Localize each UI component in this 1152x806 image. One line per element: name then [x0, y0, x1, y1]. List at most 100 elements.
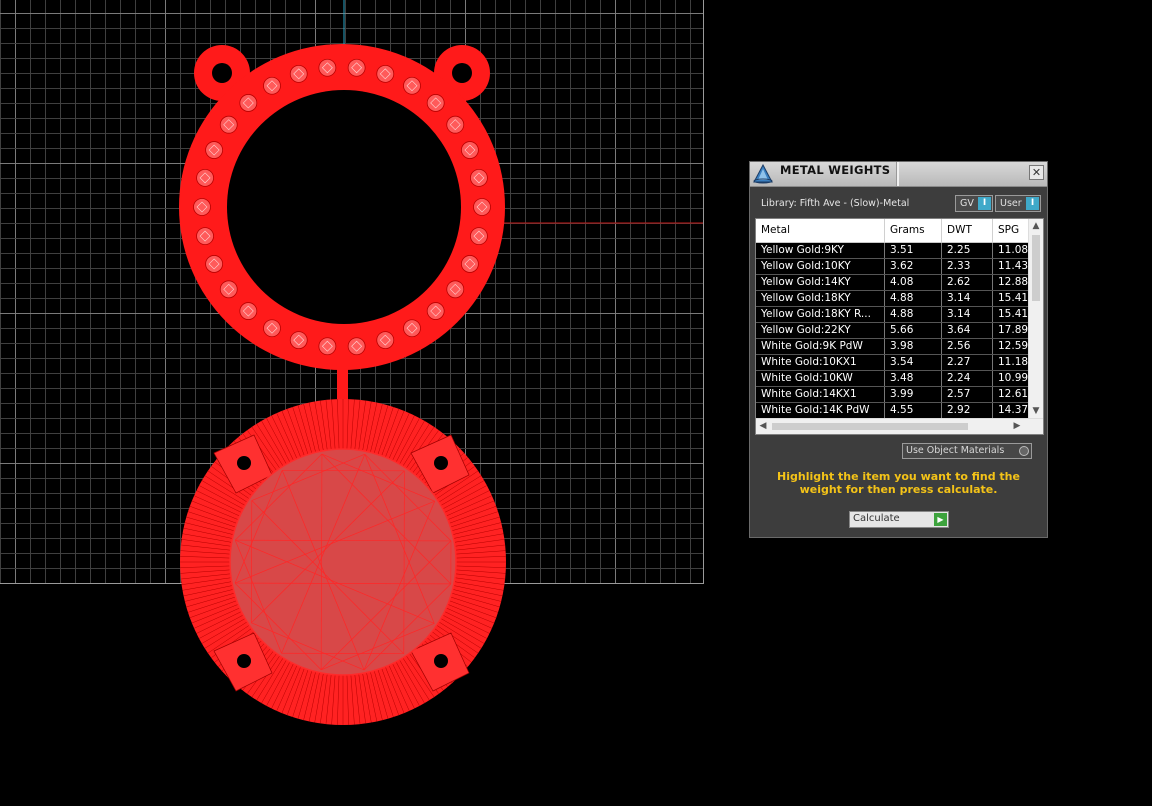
table-header: Metal Grams DWT SPG — [756, 219, 1028, 243]
vertical-scroll-thumb[interactable] — [1032, 235, 1040, 301]
close-button[interactable]: ✕ — [1029, 165, 1044, 180]
column-header-metal[interactable]: Metal — [756, 219, 885, 242]
user-toggle[interactable]: User I — [995, 195, 1041, 212]
stone — [196, 227, 214, 246]
stone — [403, 76, 421, 95]
user-toggle-switch-icon: I — [1026, 197, 1039, 210]
app-logo-icon — [753, 164, 773, 184]
column-header-dwt[interactable]: DWT — [942, 219, 993, 242]
title-divider — [896, 162, 899, 186]
cell-dwt: 2.62 — [942, 275, 993, 290]
cell-metal: White Gold:10KX1 — [756, 355, 885, 370]
stone — [470, 168, 488, 187]
stone — [219, 115, 238, 134]
scroll-left-icon[interactable]: ◀ — [756, 419, 770, 434]
stone — [347, 58, 366, 77]
table-row[interactable]: Yellow Gold:9KY 3.51 2.25 11.08 — [756, 243, 1028, 259]
calculate-button[interactable]: Calculate ▶ — [849, 511, 949, 528]
stone — [376, 331, 395, 350]
column-header-spg[interactable]: SPG — [993, 219, 1028, 242]
cell-spg: 17.89 — [998, 324, 1028, 336]
cell-spg: 11.18 — [998, 356, 1028, 368]
prong-hole-tl — [237, 456, 251, 470]
gv-toggle-switch-icon: I — [978, 197, 991, 210]
column-header-grams[interactable]: Grams — [885, 219, 942, 242]
stone — [426, 302, 445, 320]
cell-spg: 11.43 — [998, 260, 1028, 272]
scroll-up-icon[interactable]: ▲ — [1029, 219, 1043, 233]
stone — [403, 319, 421, 338]
stone — [239, 94, 258, 112]
horizontal-scroll-thumb[interactable] — [772, 423, 968, 430]
prong-hole-tr — [434, 456, 448, 470]
gv-toggle-label: GV — [960, 198, 974, 209]
metal-weights-panel: METAL WEIGHTS ✕ Library: Fifth Ave - (Sl… — [749, 161, 1048, 538]
cell-dwt: 2.92 — [942, 403, 993, 418]
stone — [205, 255, 224, 273]
table-row[interactable]: White Gold:10KW 3.48 2.24 10.99 — [756, 371, 1028, 387]
stone — [318, 58, 337, 77]
ring-model[interactable] — [179, 44, 505, 370]
vertical-scrollbar[interactable]: ▲ ▼ — [1028, 219, 1043, 418]
table-row[interactable]: White Gold:10KX1 3.54 2.27 11.18 — [756, 355, 1028, 371]
cell-dwt: 2.33 — [942, 259, 993, 274]
cell-spg: 15.41 — [998, 308, 1028, 320]
bezel-model[interactable] — [180, 399, 506, 725]
use-object-materials-option[interactable]: Use Object Materials — [902, 443, 1032, 459]
stone — [318, 337, 337, 356]
cell-spg: 12.61 — [998, 388, 1028, 400]
cell-grams: 4.08 — [885, 275, 942, 290]
bezel-center-stone — [229, 448, 457, 676]
cell-spg: 11.08 — [998, 244, 1028, 256]
gv-toggle[interactable]: GV I — [955, 195, 993, 212]
prong-hole-bl — [237, 654, 251, 668]
stone — [219, 280, 238, 299]
stone — [196, 168, 214, 187]
stone — [446, 115, 465, 134]
cell-grams: 3.54 — [885, 355, 942, 370]
cell-grams: 4.55 — [885, 403, 942, 418]
table-row[interactable]: White Gold:14KX1 3.99 2.57 12.61 — [756, 387, 1028, 403]
table-row[interactable]: Yellow Gold:18KY R... 4.88 3.14 15.41 — [756, 307, 1028, 323]
calculate-label: Calculate — [853, 513, 900, 524]
scroll-right-icon[interactable]: ▶ — [1010, 419, 1024, 434]
stone — [376, 64, 395, 83]
cell-metal: White Gold:14KX1 — [756, 387, 885, 402]
play-icon: ▶ — [934, 513, 947, 526]
table-row[interactable]: Yellow Gold:14KY 4.08 2.62 12.88 — [756, 275, 1028, 291]
cell-dwt: 3.64 — [942, 323, 993, 338]
close-icon: ✕ — [1031, 166, 1042, 179]
metal-table[interactable]: Metal Grams DWT SPG Yellow Gold:9KY 3.51… — [755, 218, 1044, 435]
table-row[interactable]: Yellow Gold:18KY 4.88 3.14 15.41 — [756, 291, 1028, 307]
cell-metal: Yellow Gold:22KY — [756, 323, 885, 338]
stone — [289, 331, 308, 350]
cell-dwt: 3.14 — [942, 307, 993, 322]
cell-grams: 3.48 — [885, 371, 942, 386]
stone — [446, 280, 465, 299]
table-row[interactable]: Yellow Gold:10KY 3.62 2.33 11.43 — [756, 259, 1028, 275]
cell-grams: 4.88 — [885, 307, 942, 322]
cell-dwt: 2.25 — [942, 243, 993, 258]
cell-spg: 12.88 — [998, 276, 1028, 288]
table-body: Yellow Gold:9KY 3.51 2.25 11.08 Yellow G… — [756, 243, 1028, 419]
cell-grams: 3.62 — [885, 259, 942, 274]
stone — [193, 198, 211, 216]
cell-dwt: 3.14 — [942, 291, 993, 306]
ring-inner-hole — [227, 90, 461, 324]
cell-grams: 3.51 — [885, 243, 942, 258]
cell-dwt: 2.57 — [942, 387, 993, 402]
radio-icon[interactable] — [1019, 446, 1029, 456]
stone — [460, 255, 479, 273]
cell-dwt: 2.24 — [942, 371, 993, 386]
panel-titlebar[interactable]: METAL WEIGHTS ✕ — [750, 162, 1047, 187]
table-row[interactable]: White Gold:14K PdW 4.55 2.92 14.37 — [756, 403, 1028, 419]
horizontal-scrollbar[interactable]: ◀ ▶ — [756, 418, 1043, 434]
use-object-materials-label: Use Object Materials — [906, 445, 1005, 456]
stone — [205, 141, 224, 159]
cell-grams: 3.98 — [885, 339, 942, 354]
cell-metal: Yellow Gold:18KY R... — [756, 307, 885, 322]
scroll-down-icon[interactable]: ▼ — [1029, 404, 1043, 418]
table-row[interactable]: White Gold:9K PdW 3.98 2.56 12.59 — [756, 339, 1028, 355]
table-row[interactable]: Yellow Gold:22KY 5.66 3.64 17.89 — [756, 323, 1028, 339]
cell-spg: 10.99 — [998, 372, 1028, 384]
